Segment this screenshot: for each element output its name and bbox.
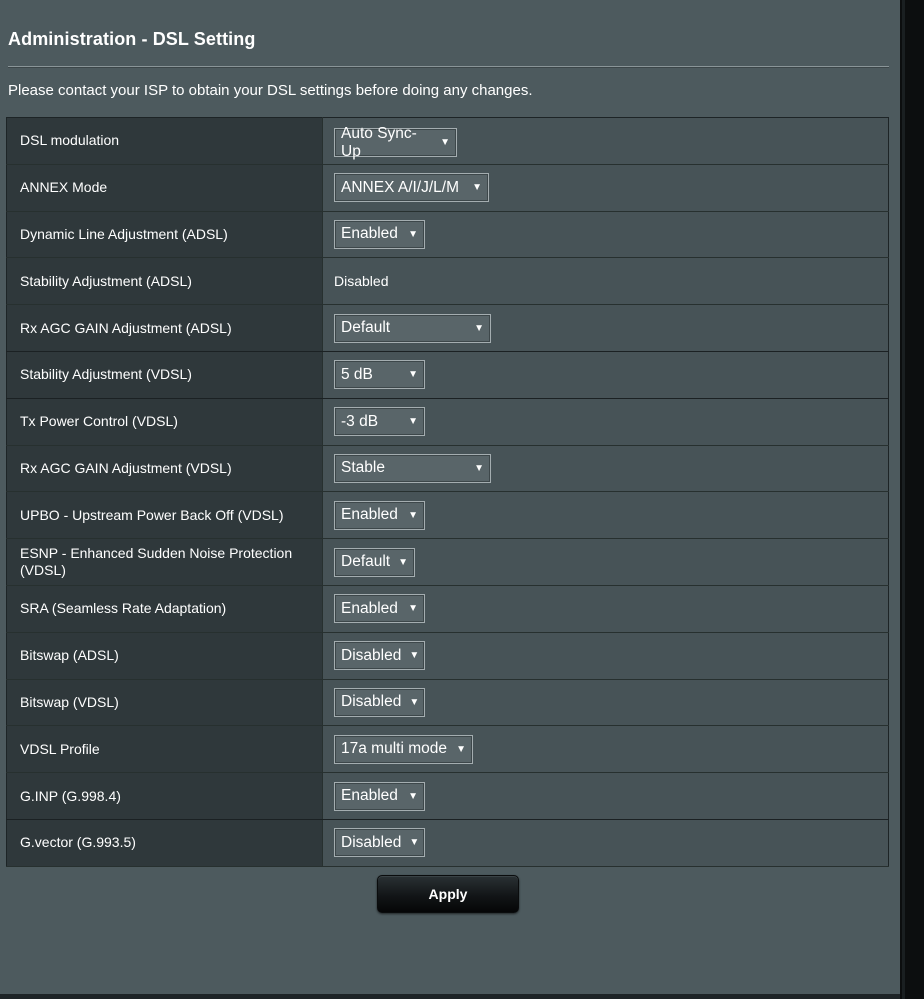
caret-down-icon: ▼ <box>408 603 418 615</box>
upbo-vdsl-select[interactable]: Enabled ▼ <box>334 500 425 530</box>
label-vdsl-profile: VDSL Profile <box>6 725 323 774</box>
row-sra: SRA (Seamless Rate Adaptation) Enabled ▼ <box>6 585 889 633</box>
caret-down-icon: ▼ <box>408 790 418 802</box>
label-stability-adjustment-adsl: Stability Adjustment (ADSL) <box>6 257 323 306</box>
label-gvector: G.vector (G.993.5) <box>6 819 323 867</box>
gvector-select[interactable]: Disabled ▼ <box>334 828 425 858</box>
esnp-vdsl-value: Default <box>341 553 391 571</box>
tx-power-control-vdsl-select[interactable]: -3 dB ▼ <box>334 407 425 437</box>
dsl-setting-page: Administration - DSL Setting Please cont… <box>0 0 900 999</box>
caret-down-icon: ▼ <box>440 137 450 149</box>
sra-select[interactable]: Enabled ▼ <box>334 594 425 624</box>
row-stability-adjustment-adsl: Stability Adjustment (ADSL) Disabled <box>6 257 889 306</box>
row-annex-mode: ANNEX Mode ANNEX A/I/J/L/M ▼ <box>6 164 889 212</box>
annex-mode-value: ANNEX A/I/J/L/M <box>341 178 460 196</box>
caret-down-icon: ▼ <box>398 556 409 568</box>
caret-down-icon: ▼ <box>408 228 418 240</box>
row-stability-adjustment-vdsl: Stability Adjustment (VDSL) 5 dB ▼ <box>6 351 889 399</box>
stability-adjustment-adsl-value: Disabled <box>334 273 389 290</box>
row-ginp: G.INP (G.998.4) Enabled ▼ <box>6 772 889 820</box>
label-esnp-vdsl: ESNP - Enhanced Sudden Noise Protection … <box>6 538 323 586</box>
caret-down-icon: ▼ <box>408 369 418 381</box>
vdsl-profile-value: 17a multi mode <box>341 740 447 758</box>
stability-adjustment-vdsl-value: 5 dB <box>341 365 373 383</box>
label-upbo-vdsl: UPBO - Upstream Power Back Off (VDSL) <box>6 491 323 540</box>
label-stability-adjustment-vdsl: Stability Adjustment (VDSL) <box>6 351 323 399</box>
label-bitswap-adsl: Bitswap (ADSL) <box>6 632 323 680</box>
apply-button[interactable]: Apply <box>377 875 519 913</box>
bitswap-adsl-select[interactable]: Disabled ▼ <box>334 641 425 671</box>
caret-down-icon: ▼ <box>409 696 420 708</box>
row-esnp-vdsl: ESNP - Enhanced Sudden Noise Protection … <box>6 538 889 586</box>
label-rx-agc-gain-adsl: Rx AGC GAIN Adjustment (ADSL) <box>6 304 323 352</box>
row-bitswap-adsl: Bitswap (ADSL) Disabled ▼ <box>6 632 889 680</box>
row-vdsl-profile: VDSL Profile 17a multi mode ▼ <box>6 725 889 774</box>
row-dynamic-line-adjustment-adsl: Dynamic Line Adjustment (ADSL) Enabled ▼ <box>6 211 889 259</box>
dsl-settings-table: DSL modulation Auto Sync-Up ▼ ANNEX Mode… <box>6 117 889 867</box>
ginp-select[interactable]: Enabled ▼ <box>334 781 425 811</box>
dynamic-line-adjustment-adsl-value: Enabled <box>341 225 398 243</box>
label-bitswap-vdsl: Bitswap (VDSL) <box>6 679 323 727</box>
title-divider <box>8 66 889 67</box>
vdsl-profile-select[interactable]: 17a multi mode ▼ <box>334 734 473 764</box>
label-rx-agc-gain-vdsl: Rx AGC GAIN Adjustment (VDSL) <box>6 445 323 493</box>
row-tx-power-control-vdsl: Tx Power Control (VDSL) -3 dB ▼ <box>6 398 889 446</box>
intro-text: Please contact your ISP to obtain your D… <box>8 82 533 99</box>
label-sra: SRA (Seamless Rate Adaptation) <box>6 585 323 633</box>
caret-down-icon: ▼ <box>408 509 418 521</box>
caret-down-icon: ▼ <box>474 322 484 334</box>
label-dynamic-line-adjustment-adsl: Dynamic Line Adjustment (ADSL) <box>6 211 323 259</box>
row-dsl-modulation: DSL modulation Auto Sync-Up ▼ <box>6 117 889 165</box>
bitswap-vdsl-value: Disabled <box>341 693 402 711</box>
rx-agc-gain-vdsl-select[interactable]: Stable ▼ <box>334 453 491 483</box>
upbo-vdsl-value: Enabled <box>341 506 398 524</box>
stability-adjustment-vdsl-select[interactable]: 5 dB ▼ <box>334 360 425 390</box>
row-rx-agc-gain-vdsl: Rx AGC GAIN Adjustment (VDSL) Stable ▼ <box>6 445 889 493</box>
label-dsl-modulation: DSL modulation <box>6 117 323 165</box>
annex-mode-select[interactable]: ANNEX A/I/J/L/M ▼ <box>334 173 489 203</box>
row-rx-agc-gain-adsl: Rx AGC GAIN Adjustment (ADSL) Default ▼ <box>6 304 889 352</box>
window-bottom-border <box>0 994 900 999</box>
ginp-value: Enabled <box>341 787 398 805</box>
sra-value: Enabled <box>341 599 398 617</box>
esnp-vdsl-select[interactable]: Default ▼ <box>334 547 415 577</box>
dsl-modulation-value: Auto Sync-Up <box>341 124 417 160</box>
label-tx-power-control-vdsl: Tx Power Control (VDSL) <box>6 398 323 446</box>
page-title: Administration - DSL Setting <box>8 29 256 49</box>
rx-agc-gain-vdsl-value: Stable <box>341 459 385 477</box>
caret-down-icon: ▼ <box>474 462 484 474</box>
tx-power-control-vdsl-value: -3 dB <box>341 412 379 430</box>
caret-down-icon: ▼ <box>409 650 420 662</box>
dsl-modulation-select[interactable]: Auto Sync-Up ▼ <box>334 125 457 160</box>
caret-down-icon: ▼ <box>408 416 418 428</box>
row-upbo-vdsl: UPBO - Upstream Power Back Off (VDSL) En… <box>6 491 889 540</box>
bitswap-vdsl-select[interactable]: Disabled ▼ <box>334 687 425 717</box>
label-ginp: G.INP (G.998.4) <box>6 772 323 820</box>
label-annex-mode: ANNEX Mode <box>6 164 323 212</box>
caret-down-icon: ▼ <box>409 837 420 849</box>
window-right-border <box>900 0 924 999</box>
dynamic-line-adjustment-adsl-select[interactable]: Enabled ▼ <box>334 219 425 249</box>
caret-down-icon: ▼ <box>456 743 466 755</box>
rx-agc-gain-adsl-select[interactable]: Default ▼ <box>334 313 491 343</box>
caret-down-icon: ▼ <box>472 182 482 194</box>
bitswap-adsl-value: Disabled <box>341 646 402 664</box>
rx-agc-gain-adsl-value: Default <box>341 319 391 337</box>
gvector-value: Disabled <box>341 833 402 851</box>
row-bitswap-vdsl: Bitswap (VDSL) Disabled ▼ <box>6 679 889 727</box>
row-gvector: G.vector (G.993.5) Disabled ▼ <box>6 819 889 867</box>
